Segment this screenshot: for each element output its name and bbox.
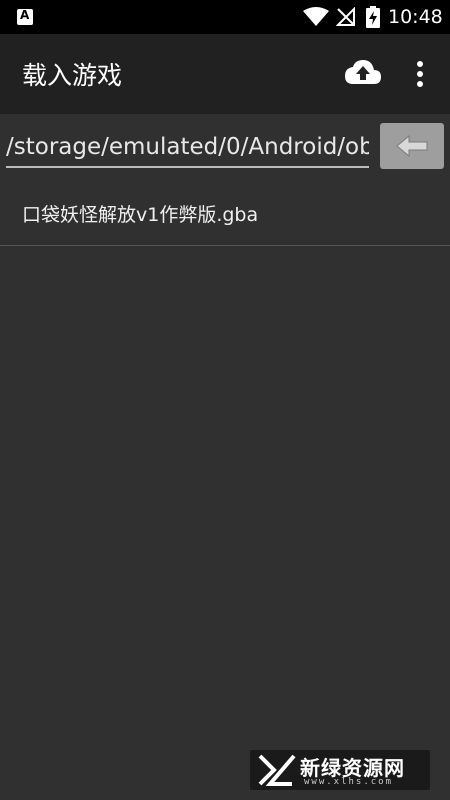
file-name: 口袋妖怪解放v1作弊版.gba bbox=[22, 204, 259, 226]
more-vert-icon[interactable] bbox=[408, 58, 432, 90]
page-title: 载入游戏 bbox=[22, 61, 123, 90]
arrow-left-icon bbox=[396, 134, 428, 158]
status-bar: A 10:48 bbox=[0, 0, 450, 34]
logo-icon bbox=[258, 754, 296, 786]
no-signal-icon bbox=[336, 7, 355, 26]
path-bar bbox=[0, 114, 450, 176]
notification-icon: A bbox=[17, 8, 33, 25]
battery-charging-icon bbox=[366, 6, 380, 28]
notification-letter: A bbox=[20, 8, 30, 22]
back-button[interactable] bbox=[380, 123, 444, 169]
watermark-logo: 新绿资源网 www.xlhs.com bbox=[250, 750, 430, 790]
watermark-url: www.xlhs.com bbox=[304, 777, 394, 787]
list-item[interactable]: 口袋妖怪解放v1作弊版.gba bbox=[0, 180, 450, 246]
cloud-upload-icon[interactable] bbox=[344, 58, 382, 90]
status-time: 10:48 bbox=[388, 6, 443, 28]
path-input[interactable] bbox=[6, 128, 369, 168]
wifi-icon bbox=[303, 7, 329, 26]
app-bar: 载入游戏 bbox=[0, 34, 450, 114]
